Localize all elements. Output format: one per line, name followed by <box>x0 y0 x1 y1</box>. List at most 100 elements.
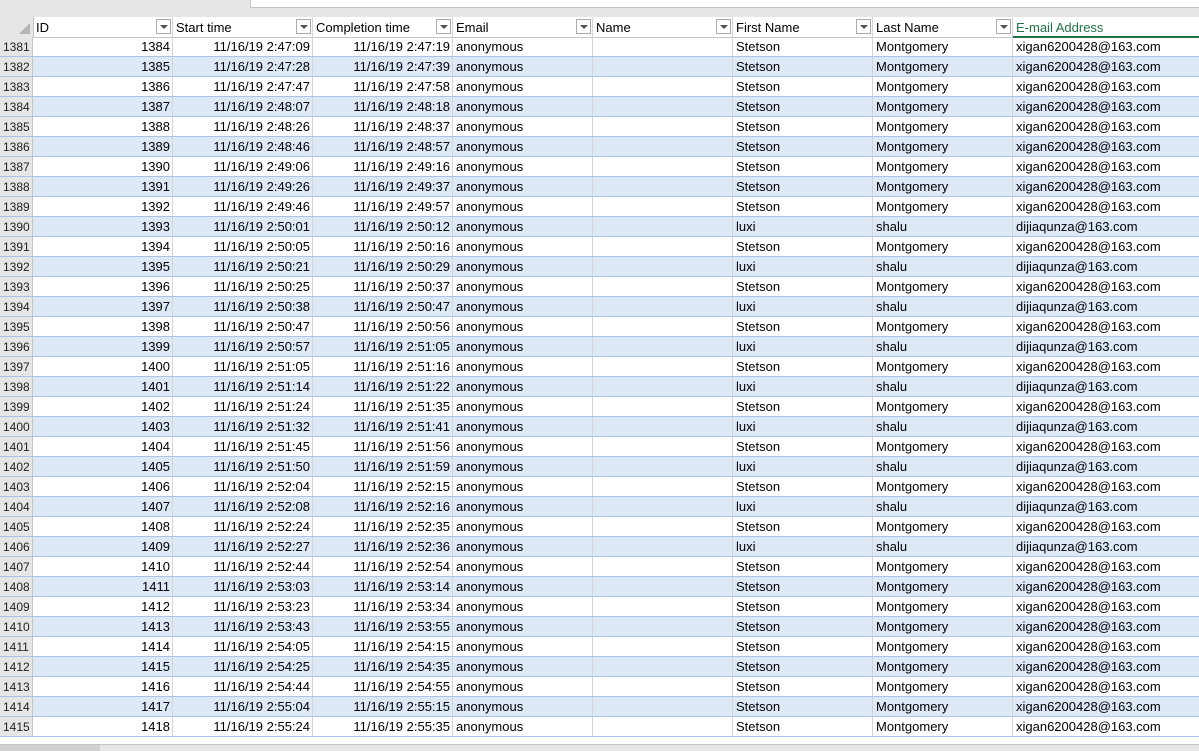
cell-start-time[interactable]: 11/16/19 2:54:44 <box>173 677 313 696</box>
cell-id[interactable]: 1406 <box>33 477 173 496</box>
cell-email-address[interactable]: xigan6200428@163.com <box>1013 597 1199 616</box>
cell-id[interactable]: 1385 <box>33 57 173 76</box>
cell-email[interactable]: anonymous <box>453 57 593 76</box>
cell-start-time[interactable]: 11/16/19 2:48:46 <box>173 137 313 156</box>
cell-id[interactable]: 1393 <box>33 217 173 236</box>
cell-last-name[interactable]: shalu <box>873 217 1013 236</box>
cell-id[interactable]: 1404 <box>33 437 173 456</box>
row-number-header[interactable]: 1413 <box>0 677 33 696</box>
cell-email-address[interactable]: dijiaqunza@163.com <box>1013 217 1199 236</box>
cell-first-name[interactable]: Stetson <box>733 157 873 176</box>
column-header-first-name[interactable]: First Name <box>733 17 873 37</box>
row-number-header[interactable]: 1403 <box>0 477 33 496</box>
cell-id[interactable]: 1398 <box>33 317 173 336</box>
cell-completion-time[interactable]: 11/16/19 2:52:54 <box>313 557 453 576</box>
cell-email[interactable]: anonymous <box>453 537 593 556</box>
cell-name[interactable] <box>593 37 733 56</box>
cell-name[interactable] <box>593 477 733 496</box>
cell-completion-time[interactable]: 11/16/19 2:52:15 <box>313 477 453 496</box>
cell-completion-time[interactable]: 11/16/19 2:52:35 <box>313 517 453 536</box>
cell-first-name[interactable]: luxi <box>733 337 873 356</box>
cell-last-name[interactable]: shalu <box>873 377 1013 396</box>
column-header-email-address[interactable]: E-mail Address <box>1013 17 1199 38</box>
cell-email[interactable]: anonymous <box>453 517 593 536</box>
cell-email-address[interactable]: xigan6200428@163.com <box>1013 477 1199 496</box>
cell-completion-time[interactable]: 11/16/19 2:52:16 <box>313 497 453 516</box>
cell-name[interactable] <box>593 277 733 296</box>
cell-email-address[interactable]: dijiaqunza@163.com <box>1013 257 1199 276</box>
row-number-header[interactable]: 1386 <box>0 137 33 156</box>
cell-first-name[interactable]: luxi <box>733 257 873 276</box>
filter-dropdown-button[interactable] <box>576 19 591 34</box>
filter-dropdown-button[interactable] <box>996 19 1011 34</box>
cell-start-time[interactable]: 11/16/19 2:49:26 <box>173 177 313 196</box>
cell-start-time[interactable]: 11/16/19 2:50:38 <box>173 297 313 316</box>
row-number-header[interactable]: 1400 <box>0 417 33 436</box>
cell-name[interactable] <box>593 717 733 736</box>
cell-id[interactable]: 1412 <box>33 597 173 616</box>
cell-email[interactable]: anonymous <box>453 77 593 96</box>
cell-start-time[interactable]: 11/16/19 2:51:24 <box>173 397 313 416</box>
cell-email[interactable]: anonymous <box>453 357 593 376</box>
cell-email-address[interactable]: dijiaqunza@163.com <box>1013 297 1199 316</box>
cell-last-name[interactable]: Montgomery <box>873 517 1013 536</box>
cell-id[interactable]: 1407 <box>33 497 173 516</box>
cell-id[interactable]: 1402 <box>33 397 173 416</box>
cell-completion-time[interactable]: 11/16/19 2:51:56 <box>313 437 453 456</box>
cell-name[interactable] <box>593 297 733 316</box>
cell-id[interactable]: 1394 <box>33 237 173 256</box>
cell-completion-time[interactable]: 11/16/19 2:53:34 <box>313 597 453 616</box>
cell-id[interactable]: 1400 <box>33 357 173 376</box>
cell-start-time[interactable]: 11/16/19 2:54:05 <box>173 637 313 656</box>
column-header-email[interactable]: Email <box>453 17 593 37</box>
filter-dropdown-button[interactable] <box>856 19 871 34</box>
cell-last-name[interactable]: Montgomery <box>873 717 1013 736</box>
cell-id[interactable]: 1399 <box>33 337 173 356</box>
cell-id[interactable]: 1417 <box>33 697 173 716</box>
cell-name[interactable] <box>593 657 733 676</box>
cell-id[interactable]: 1392 <box>33 197 173 216</box>
row-number-header[interactable]: 1393 <box>0 277 33 296</box>
cell-email[interactable]: anonymous <box>453 637 593 656</box>
cell-email[interactable]: anonymous <box>453 217 593 236</box>
cell-completion-time[interactable]: 11/16/19 2:53:14 <box>313 577 453 596</box>
cell-email-address[interactable]: dijiaqunza@163.com <box>1013 417 1199 436</box>
cell-email-address[interactable]: xigan6200428@163.com <box>1013 197 1199 216</box>
cell-email-address[interactable]: xigan6200428@163.com <box>1013 97 1199 116</box>
cell-start-time[interactable]: 11/16/19 2:48:26 <box>173 117 313 136</box>
cell-last-name[interactable]: Montgomery <box>873 37 1013 56</box>
cell-last-name[interactable]: Montgomery <box>873 317 1013 336</box>
cell-id[interactable]: 1405 <box>33 457 173 476</box>
cell-first-name[interactable]: luxi <box>733 417 873 436</box>
row-number-header[interactable]: 1406 <box>0 537 33 556</box>
cell-completion-time[interactable]: 11/16/19 2:54:15 <box>313 637 453 656</box>
cell-email[interactable]: anonymous <box>453 137 593 156</box>
cell-last-name[interactable]: Montgomery <box>873 237 1013 256</box>
row-number-header[interactable]: 1388 <box>0 177 33 196</box>
row-number-header[interactable]: 1383 <box>0 77 33 96</box>
cell-name[interactable] <box>593 677 733 696</box>
cell-email-address[interactable]: dijiaqunza@163.com <box>1013 497 1199 516</box>
cell-email[interactable]: anonymous <box>453 317 593 336</box>
cell-name[interactable] <box>593 437 733 456</box>
cell-id[interactable]: 1389 <box>33 137 173 156</box>
cell-start-time[interactable]: 11/16/19 2:51:32 <box>173 417 313 436</box>
cell-first-name[interactable]: Stetson <box>733 517 873 536</box>
cell-completion-time[interactable]: 11/16/19 2:50:29 <box>313 257 453 276</box>
cell-email[interactable]: anonymous <box>453 497 593 516</box>
row-number-header[interactable]: 1389 <box>0 197 33 216</box>
cell-name[interactable] <box>593 237 733 256</box>
cell-email-address[interactable]: xigan6200428@163.com <box>1013 37 1199 56</box>
cell-last-name[interactable]: Montgomery <box>873 177 1013 196</box>
cell-email[interactable]: anonymous <box>453 117 593 136</box>
cell-start-time[interactable]: 11/16/19 2:52:27 <box>173 537 313 556</box>
cell-email-address[interactable]: xigan6200428@163.com <box>1013 437 1199 456</box>
cell-email[interactable]: anonymous <box>453 617 593 636</box>
cell-email-address[interactable]: xigan6200428@163.com <box>1013 57 1199 76</box>
cell-first-name[interactable]: Stetson <box>733 317 873 336</box>
cell-id[interactable]: 1386 <box>33 77 173 96</box>
cell-email-address[interactable]: xigan6200428@163.com <box>1013 617 1199 636</box>
cell-email[interactable]: anonymous <box>453 557 593 576</box>
cell-email[interactable]: anonymous <box>453 277 593 296</box>
cell-first-name[interactable]: Stetson <box>733 717 873 736</box>
